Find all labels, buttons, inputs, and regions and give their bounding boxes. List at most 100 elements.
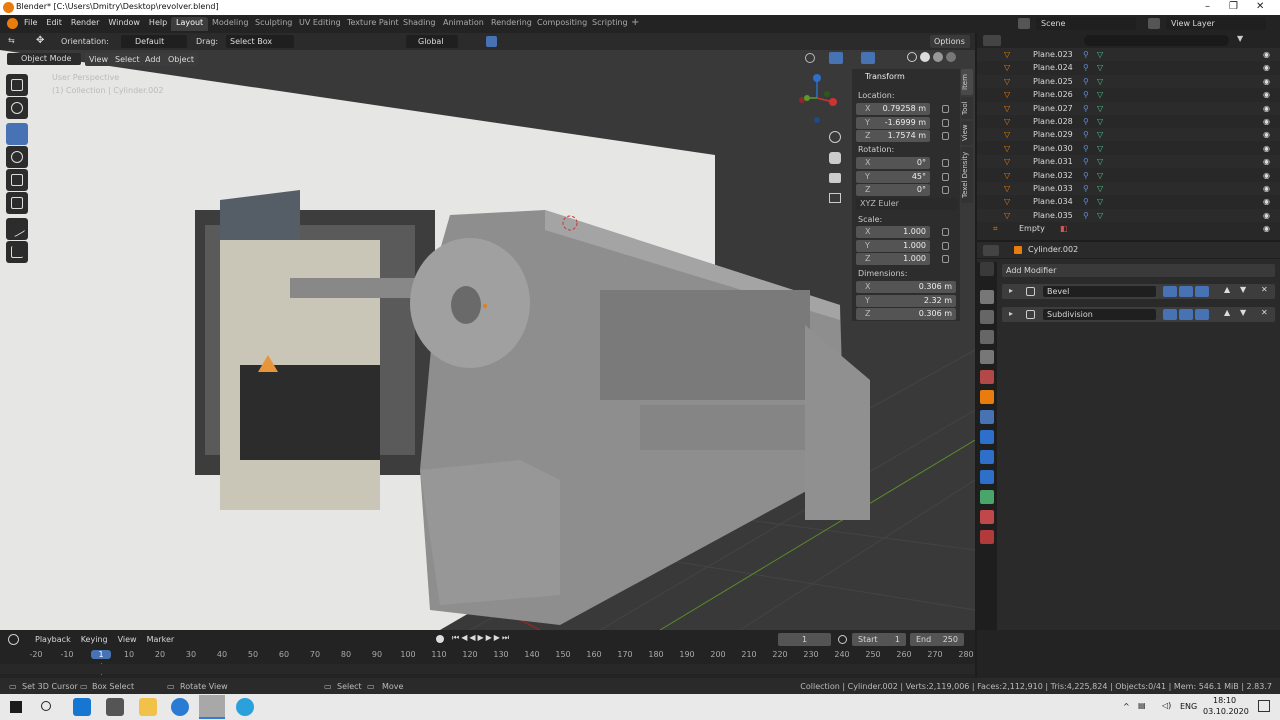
scene-tab-icon[interactable] — [980, 350, 994, 364]
editmode-toggle-icon[interactable] — [1163, 309, 1177, 320]
timeline-menu-marker[interactable]: Marker — [147, 635, 175, 644]
visibility-eye-icon[interactable]: ◉ — [1263, 169, 1270, 182]
rotation-x-field[interactable]: X 0° — [856, 157, 930, 169]
timeline-track[interactable] — [0, 664, 975, 674]
workspace-tab-modeling[interactable]: Modeling — [207, 17, 253, 31]
lock-icon[interactable] — [942, 105, 949, 113]
mesh-data-icon[interactable]: ▽ — [1097, 142, 1103, 155]
view-layer-selector[interactable]: View Layer — [1166, 17, 1266, 30]
modifier-wrench-icon[interactable]: ⚲ — [1083, 209, 1089, 222]
modifier-wrench-icon[interactable]: ⚲ — [1083, 142, 1089, 155]
solid-shading-icon[interactable] — [920, 52, 930, 62]
scene-selector[interactable]: Scene — [1036, 17, 1136, 30]
sidebar-tab-tool[interactable]: Tool — [961, 97, 973, 119]
workspace-tab-shading[interactable]: Shading — [398, 17, 441, 31]
outliner-row[interactable]: ▽ Plane.028 ⚲ ▽ ◉ — [977, 115, 1280, 128]
move-up-icon[interactable]: ▲ — [1224, 285, 1230, 294]
cursor-tool-icon[interactable] — [6, 97, 28, 119]
telegram-icon[interactable] — [236, 698, 254, 716]
modifier-name-field[interactable]: Bevel — [1043, 286, 1156, 297]
menu-edit[interactable]: Edit — [46, 18, 62, 27]
view-menu[interactable]: View — [85, 53, 112, 66]
workspace-tab-compositing[interactable]: Compositing — [532, 17, 592, 31]
close-icon[interactable]: ✕ — [1256, 1, 1264, 12]
outliner-row[interactable]: ▽ Plane.030 ⚲ ▽ ◉ — [977, 142, 1280, 155]
timeline-menu-view[interactable]: View — [118, 635, 137, 644]
outliner-row[interactable]: ▽ Plane.024 ⚲ ▽ ◉ — [977, 61, 1280, 74]
outliner-row[interactable]: ▽ Plane.032 ⚲ ▽ ◉ — [977, 169, 1280, 182]
outliner-row[interactable]: ▽ Plane.031 ⚲ ▽ ◉ — [977, 155, 1280, 169]
blender-menu-icon[interactable] — [7, 18, 18, 29]
lock-icon[interactable] — [942, 255, 949, 263]
annotate-tool-icon[interactable] — [6, 218, 28, 240]
zoom-icon[interactable] — [829, 131, 841, 143]
move-down-icon[interactable]: ▼ — [1240, 308, 1246, 317]
modifier-wrench-icon[interactable]: ⚲ — [1083, 75, 1089, 88]
viewport-toggle-icon[interactable] — [1179, 309, 1193, 320]
edge-browser-icon[interactable] — [171, 698, 189, 716]
dimensions-x-field[interactable]: X 0.306 m — [856, 281, 956, 293]
drag-dropdown[interactable]: Select Box — [226, 35, 294, 48]
filter-icon[interactable]: ▼ — [1237, 34, 1243, 43]
mesh-data-icon[interactable]: ▽ — [1097, 195, 1103, 208]
scene-icon[interactable] — [1018, 18, 1030, 29]
outliner-search-input[interactable] — [1084, 35, 1229, 46]
add-workspace-icon[interactable]: + — [631, 17, 639, 28]
scale-x-field[interactable]: X 1.000 — [856, 226, 930, 238]
timeline-ruler[interactable]: -20 -10 1 10 20 30 40 50 60 70 80 90 100 110 120 130 140… — [0, 649, 975, 675]
start-frame-field[interactable]: Start 1 — [852, 633, 906, 646]
tool-properties-tab-icon[interactable] — [980, 262, 994, 276]
visibility-eye-icon[interactable]: ◉ — [1263, 115, 1270, 128]
texture-tab-icon[interactable] — [980, 530, 994, 544]
visibility-eye-icon[interactable]: ◉ — [1263, 48, 1270, 61]
select-menu[interactable]: Select — [111, 53, 144, 66]
wireframe-shading-icon[interactable] — [907, 52, 917, 62]
mesh-data-icon[interactable]: ▽ — [1097, 75, 1103, 88]
modifier-wrench-icon[interactable]: ⚲ — [1083, 195, 1089, 208]
visibility-eye-icon[interactable]: ◉ — [1263, 102, 1270, 115]
menu-help[interactable]: Help — [149, 18, 167, 27]
playhead[interactable]: 1 — [91, 650, 112, 659]
modifier-panel-subdivision[interactable]: ▸ Subdivision ▲ ▼ ✕ — [1002, 307, 1275, 322]
mesh-data-icon[interactable]: ▽ — [1097, 48, 1103, 61]
navigation-gizmo[interactable] — [793, 72, 841, 124]
location-x-field[interactable]: X 0.79258 m — [856, 103, 930, 115]
mesh-data-icon[interactable]: ▽ — [1097, 88, 1103, 101]
timeline-menu-playback[interactable]: Playback — [35, 635, 71, 644]
transform-space-dropdown[interactable]: Global — [406, 35, 458, 48]
location-z-field[interactable]: Z 1.7574 m — [856, 130, 930, 142]
store-app-icon[interactable] — [106, 698, 124, 716]
lock-icon[interactable] — [942, 159, 949, 167]
modifier-wrench-icon[interactable]: ⚲ — [1083, 102, 1089, 115]
move-up-icon[interactable]: ▲ — [1224, 308, 1230, 317]
modifier-wrench-icon[interactable]: ⚲ — [1083, 88, 1089, 101]
transform-tool-icon[interactable] — [6, 192, 28, 214]
outliner-row[interactable]: ▽ Plane.033 ⚲ ▽ ◉ — [977, 182, 1280, 195]
outliner-row[interactable]: ▽ Plane.029 ⚲ ▽ ◉ — [977, 128, 1280, 142]
location-y-field[interactable]: Y -1.6999 m — [856, 116, 930, 129]
orientation-dropdown[interactable]: Default — [121, 35, 187, 48]
volume-icon[interactable]: ◁) — [1162, 701, 1171, 710]
visibility-eye-icon[interactable]: ◉ — [1263, 88, 1270, 101]
keyboard-language[interactable]: ENG — [1180, 702, 1197, 711]
playback-controls-icon[interactable]: ⏮◀◀▶▶▶⏭ — [452, 633, 511, 643]
viewport-toggle-icon[interactable] — [1179, 286, 1193, 297]
mesh-data-icon[interactable]: ▽ — [1097, 155, 1103, 168]
lock-icon[interactable] — [942, 228, 949, 236]
mesh-data-icon[interactable]: ▽ — [1097, 128, 1103, 141]
gizmo-toggle-icon[interactable] — [829, 52, 843, 64]
workspace-tab-scripting[interactable]: Scripting — [587, 17, 633, 31]
object-menu[interactable]: Object — [164, 53, 199, 66]
mesh-data-icon[interactable]: ▽ — [1097, 169, 1103, 182]
search-icon[interactable] — [41, 701, 51, 711]
particles-tab-icon[interactable] — [980, 430, 994, 444]
outliner-row[interactable]: ▽ Plane.026 ⚲ ▽ ◉ — [977, 88, 1280, 101]
mesh-data-icon[interactable]: ▽ — [1097, 209, 1103, 222]
workspace-tab-rendering[interactable]: Rendering — [486, 17, 537, 31]
render-tab-icon[interactable] — [980, 290, 994, 304]
workspace-tab-animation[interactable]: Animation — [438, 17, 489, 31]
visibility-eye-icon[interactable]: ◉ — [1263, 142, 1270, 155]
notifications-icon[interactable] — [1258, 700, 1270, 712]
outliner-row[interactable]: ▽ Plane.034 ⚲ ▽ ◉ — [977, 195, 1280, 208]
outliner-row[interactable]: ▽ Plane.027 ⚲ ▽ ◉ — [977, 101, 1280, 115]
